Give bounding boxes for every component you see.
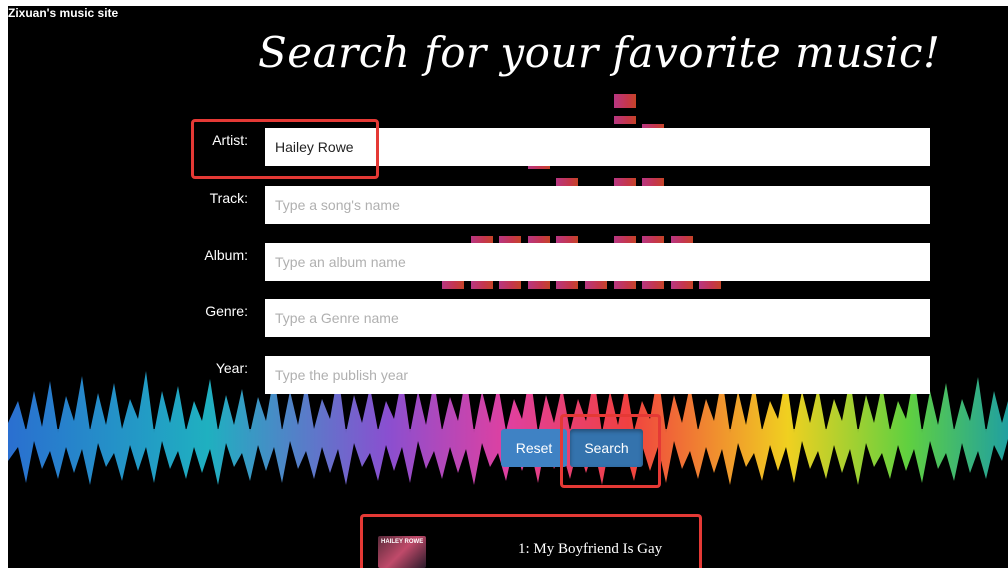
reset-button[interactable]: Reset	[501, 429, 567, 467]
album-art-label: HAILEY ROWE	[381, 539, 424, 545]
year-input[interactable]	[265, 356, 930, 394]
album-label: Album:	[204, 247, 248, 263]
artist-label: Artist:	[212, 132, 248, 148]
album-input[interactable]	[265, 243, 930, 281]
site-title: Zixuan's music site	[8, 6, 119, 20]
track-row: Track:	[8, 186, 1008, 226]
artist-row: Artist:	[8, 128, 1008, 168]
track-label: Track:	[209, 190, 248, 206]
track-input[interactable]	[265, 186, 930, 224]
artist-input[interactable]	[265, 128, 930, 166]
year-label: Year:	[215, 360, 248, 376]
year-row: Year:	[8, 356, 1008, 396]
result-item[interactable]: HAILEY ROWE 1: My Boyfriend Is Gay	[368, 516, 698, 568]
genre-input[interactable]	[265, 299, 930, 337]
album-art-thumbnail[interactable]: HAILEY ROWE	[378, 536, 426, 568]
search-button[interactable]: Search	[570, 429, 643, 467]
genre-row: Genre:	[8, 299, 1008, 339]
page-heading: Search for your favorite music!	[258, 28, 941, 77]
genre-label: Genre:	[205, 303, 248, 319]
page-background: Search for your favorite music! Artist: …	[8, 6, 1008, 568]
album-row: Album:	[8, 243, 1008, 283]
result-title[interactable]: 1: My Boyfriend Is Gay	[518, 541, 662, 558]
